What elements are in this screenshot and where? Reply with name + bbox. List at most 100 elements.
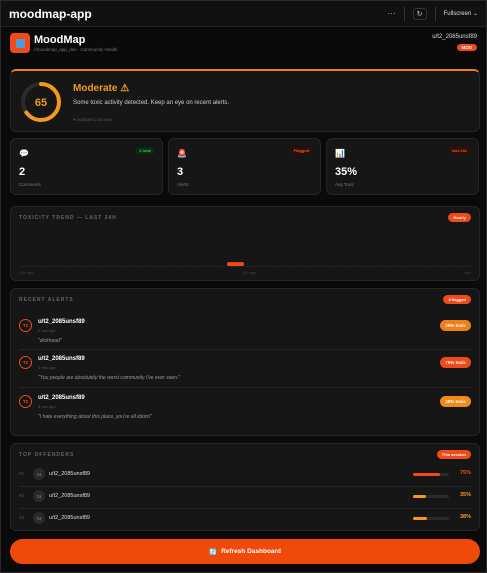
avatar: T2 bbox=[19, 319, 32, 332]
section-title: TOXICITY TREND — LAST 24H bbox=[19, 215, 117, 221]
toxicity-percent: 75% bbox=[459, 470, 471, 476]
refresh-icon: 🔄 bbox=[208, 548, 218, 556]
alert-comment: "dickhead" bbox=[38, 338, 62, 344]
trend-baseline bbox=[264, 266, 282, 267]
username: u/t2_2085unsf89 bbox=[432, 34, 477, 40]
avatar: T2 bbox=[19, 395, 32, 408]
toxicity-bar bbox=[413, 495, 449, 498]
toxicity-badge: 75% toxic bbox=[440, 357, 471, 368]
stat-value: 2 bbox=[19, 166, 26, 178]
brand-name: MoodMap bbox=[34, 34, 86, 46]
divider bbox=[19, 486, 471, 487]
alert-time: 5 min ago bbox=[38, 365, 56, 370]
stat-value: 3 bbox=[177, 166, 184, 178]
toxicity-bar bbox=[413, 473, 449, 476]
alert-username: u/t2_2085unsf89 bbox=[38, 319, 85, 325]
stat-card-toxicity: 📊 last 24h 35% Avg Toxic bbox=[326, 138, 479, 195]
trend-bar[interactable] bbox=[227, 262, 244, 266]
trend-baseline bbox=[19, 266, 36, 267]
trend-baseline bbox=[113, 266, 131, 267]
divider bbox=[19, 387, 471, 388]
mood-score: 65 bbox=[35, 97, 47, 109]
section-title: TOP OFFENDERS bbox=[19, 452, 75, 458]
toxicity-badge: 38% toxic bbox=[440, 396, 471, 407]
axis-label-start: 24h ago bbox=[19, 270, 34, 275]
axis-label-end: now bbox=[463, 270, 471, 275]
divider bbox=[403, 6, 405, 21]
avatar: T2 bbox=[19, 356, 32, 369]
stat-label: Avg Toxic bbox=[335, 182, 355, 187]
trend-baseline bbox=[246, 266, 263, 267]
app-title: moodmap-app bbox=[9, 6, 92, 21]
alert-comment: "I hate everything about this place, you… bbox=[38, 414, 153, 420]
hourly-badge[interactable]: Hourly bbox=[448, 213, 471, 222]
rank: #1 bbox=[19, 471, 25, 476]
axis-label-mid: 12h ago bbox=[242, 270, 257, 275]
top-offenders-card: TOP OFFENDERS This session #1 T2 u/t2_20… bbox=[10, 443, 480, 531]
alert-item[interactable]: T2 u/t2_2085unsf89 8 min ago "I hate eve… bbox=[19, 395, 471, 431]
comment-icon: 💬 bbox=[19, 149, 29, 158]
trend-baseline bbox=[359, 266, 377, 267]
alert-time: 8 min ago bbox=[38, 404, 56, 409]
avatar: T2 bbox=[33, 468, 45, 480]
stat-label: Alerts bbox=[177, 182, 189, 187]
trend-baseline bbox=[283, 266, 301, 267]
trend-baseline bbox=[132, 266, 150, 267]
mood-card: 65 Moderate ⚠ Some toxic activity detect… bbox=[10, 69, 480, 132]
toxicity-bar-fill bbox=[413, 517, 427, 520]
mood-gauge: 65 bbox=[21, 82, 61, 122]
rank: #3 bbox=[19, 515, 25, 520]
trend-baseline bbox=[208, 266, 226, 267]
mood-description: Some toxic activity detected. Keep an ey… bbox=[73, 100, 230, 106]
chevron-down-icon: ⌄ bbox=[472, 11, 478, 17]
stat-tag: last 24h bbox=[449, 147, 470, 154]
divider bbox=[19, 349, 471, 350]
toxicity-percent: 35% bbox=[459, 492, 471, 498]
app-logo-icon bbox=[10, 33, 30, 53]
session-badge: This session bbox=[436, 450, 471, 459]
alert-time: 2 min ago bbox=[38, 328, 56, 333]
refresh-label: Refresh Dashboard bbox=[221, 548, 282, 555]
more-menu-icon[interactable]: ··· bbox=[388, 9, 396, 18]
divider bbox=[434, 6, 436, 21]
offender-username: u/t2_2085unsf89 bbox=[49, 515, 90, 521]
trend-baseline bbox=[94, 266, 112, 267]
refresh-dashboard-button[interactable]: 🔄 Refresh Dashboard bbox=[10, 539, 480, 564]
trend-baseline bbox=[435, 266, 453, 267]
toxicity-bar-fill bbox=[413, 473, 440, 476]
divider bbox=[19, 508, 471, 509]
alert-username: u/t2_2085unsf89 bbox=[38, 356, 85, 362]
app-window: moodmap-app ··· ↻ Fullscreen ⌄ MoodMap r… bbox=[0, 0, 487, 573]
stat-card-alerts: 🚨 Flagged 3 Alerts bbox=[168, 138, 321, 195]
trend-baseline bbox=[151, 266, 169, 267]
trend-baseline bbox=[378, 266, 396, 267]
dashboard-header: MoodMap r/moodmap_app_dev · Community He… bbox=[10, 33, 477, 57]
clock-icon: ● bbox=[73, 117, 76, 122]
mood-level-label: Moderate bbox=[73, 83, 118, 94]
alert-username: u/t2_2085unsf89 bbox=[38, 395, 85, 401]
offender-row[interactable]: #2 T2 u/t2_2085unsf89 35% bbox=[19, 490, 471, 504]
toxicity-bar bbox=[413, 517, 449, 520]
reload-icon[interactable]: ↻ bbox=[412, 7, 427, 20]
stat-value: 35% bbox=[335, 166, 358, 178]
fullscreen-button[interactable]: Fullscreen ⌄ bbox=[444, 10, 478, 17]
mod-badge: MOD bbox=[456, 44, 477, 51]
siren-icon: 🚨 bbox=[177, 149, 187, 158]
recent-alerts-card: RECENT ALERTS 3 flagged T2 u/t2_2085unsf… bbox=[10, 288, 480, 436]
offender-row[interactable]: #1 T2 u/t2_2085unsf89 75% bbox=[19, 468, 471, 482]
trend-baseline bbox=[56, 266, 74, 267]
trend-baseline bbox=[170, 266, 188, 267]
offender-row[interactable]: #3 T2 u/t2_2085unsf89 38% bbox=[19, 512, 471, 526]
stat-card-comments: 💬 2 total 2 Comments bbox=[10, 138, 163, 195]
chart-icon: 📊 bbox=[335, 149, 345, 158]
stat-tag: Flagged bbox=[290, 147, 312, 154]
trend-chart bbox=[19, 262, 471, 267]
toxicity-bar-fill bbox=[413, 495, 426, 498]
trend-baseline bbox=[37, 266, 55, 267]
title-bar: moodmap-app ··· ↻ Fullscreen ⌄ bbox=[1, 1, 486, 27]
subreddit-subtitle: r/moodmap_app_dev · Community Health bbox=[34, 47, 118, 52]
avatar: T2 bbox=[33, 490, 45, 502]
offender-username: u/t2_2085unsf89 bbox=[49, 471, 90, 477]
mood-updated-label: Updated just now bbox=[76, 117, 112, 122]
offender-username: u/t2_2085unsf89 bbox=[49, 493, 90, 499]
